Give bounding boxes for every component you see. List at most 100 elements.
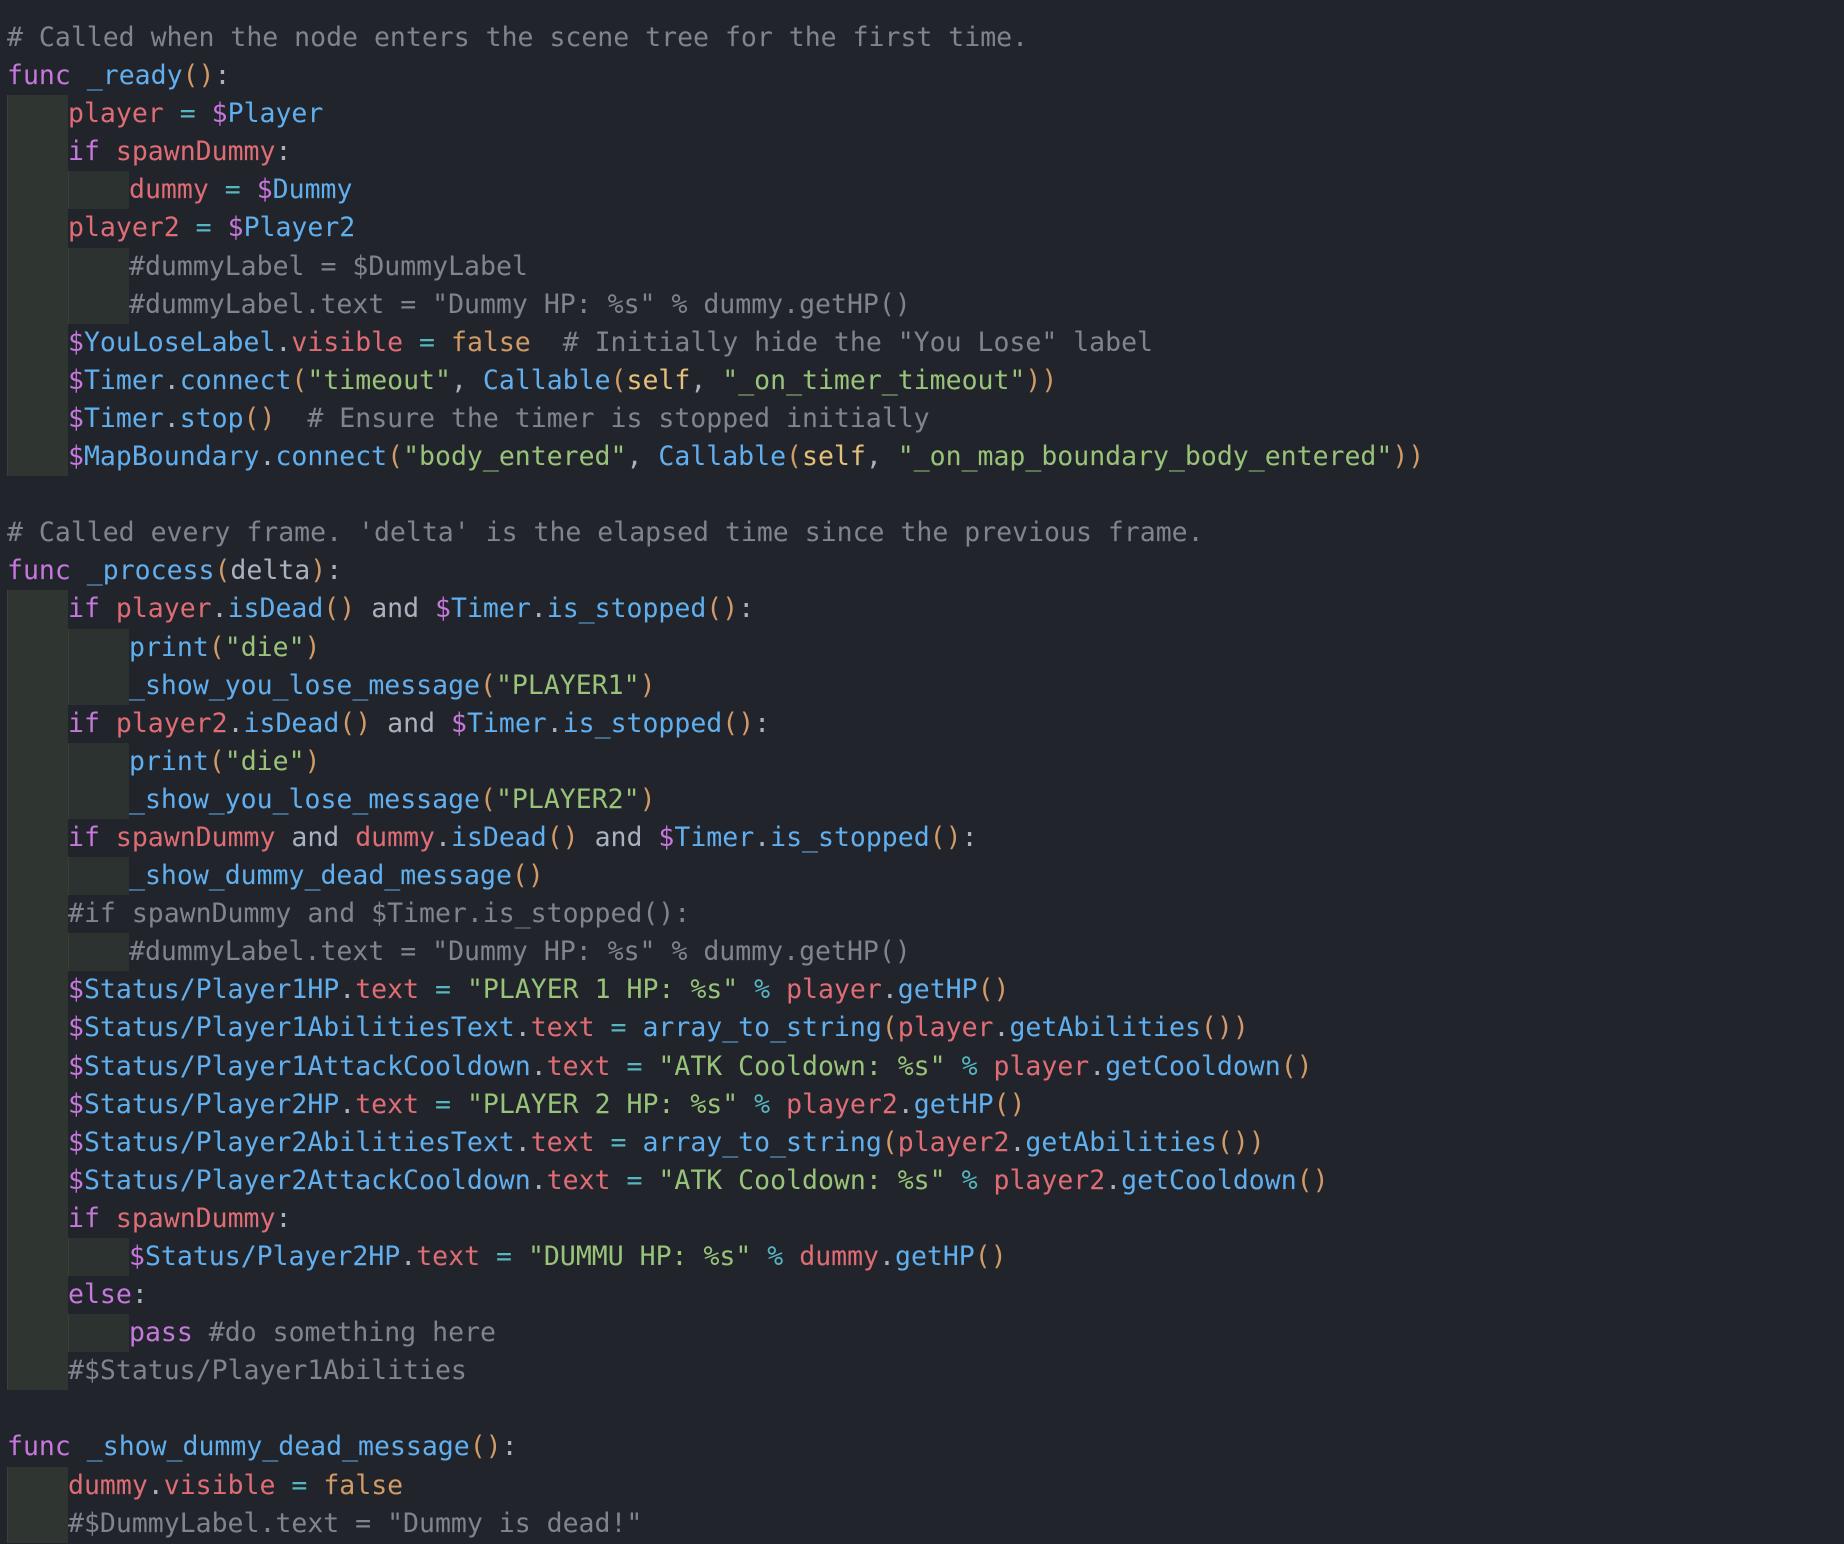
code-token: .	[275, 326, 292, 358]
code-line[interactable]: if spawnDummy:	[0, 133, 1844, 172]
code-text: if spawnDummy and dummy.isDead() and $Ti…	[68, 819, 978, 857]
code-text: $Status/Player2HP.text = "PLAYER 2 HP: %…	[68, 1086, 1025, 1124]
code-token: player	[897, 1012, 994, 1044]
code-token: player2	[897, 1126, 1010, 1158]
code-token: %	[767, 1241, 784, 1272]
code-token: isDead	[243, 707, 340, 739]
code-line[interactable]: dummy.visible = false	[0, 1466, 1844, 1505]
code-token: false	[323, 1469, 404, 1501]
code-line[interactable]: $YouLoseLabel.visible = false # Initiall…	[0, 323, 1844, 362]
code-line[interactable]: $Timer.stop() # Ensure the timer is stop…	[0, 399, 1844, 439]
code-token: .	[163, 402, 180, 434]
code-line[interactable]: if spawnDummy:	[0, 1199, 1844, 1238]
code-line[interactable]: #if spawnDummy and $Timer.is_stopped():	[0, 895, 1844, 934]
code-line[interactable]: #dummyLabel = $DummyLabel	[0, 247, 1844, 286]
code-line[interactable]: # Called when the node enters the scene …	[0, 19, 1844, 57]
code-text: $YouLoseLabel.visible = false # Initiall…	[68, 324, 1153, 362]
code-line[interactable]: $Status/Player2HP.text = "PLAYER 2 HP: %…	[0, 1085, 1844, 1124]
code-text: #if spawnDummy and $Timer.is_stopped():	[68, 895, 690, 933]
code-line[interactable]: func _ready():	[0, 57, 1844, 95]
indent-guides	[7, 438, 68, 477]
code-line[interactable]: $MapBoundary.connect("body_entered", Cal…	[0, 438, 1844, 477]
code-line[interactable]: player2 = $Player2	[0, 209, 1844, 248]
code-line[interactable]: $Status/Player1AbilitiesText.text = arra…	[0, 1009, 1844, 1048]
code-text: dummy.visible = false	[68, 1467, 403, 1505]
code-line[interactable]: $Status/Player1AttackCooldown.text = "AT…	[0, 1047, 1844, 1086]
code-line[interactable]: else:	[0, 1276, 1844, 1315]
code-text: else:	[68, 1276, 148, 1314]
indent-guide	[68, 628, 129, 667]
code-token: pass	[129, 1317, 193, 1349]
code-line[interactable]: print("die")	[0, 628, 1844, 667]
code-line[interactable]: print("die")	[0, 742, 1844, 781]
code-token: =	[496, 1241, 512, 1272]
code-line[interactable]: _show_you_lose_message("PLAYER2")	[0, 780, 1844, 819]
code-token: func	[7, 60, 71, 92]
code-text: #$DummyLabel.text = "Dummy is dead!"	[68, 1505, 642, 1543]
code-line[interactable]: $Timer.connect("timeout", Callable(self,…	[0, 361, 1844, 400]
indent-guide	[7, 742, 68, 781]
indent-guides	[7, 1199, 68, 1238]
code-line[interactable]: pass #do something here	[0, 1314, 1844, 1353]
code-line[interactable]	[0, 1390, 1844, 1428]
code-token: _show_you_lose_message	[129, 669, 480, 701]
code-line[interactable]: _show_dummy_dead_message()	[0, 857, 1844, 896]
indent-guide	[68, 857, 129, 896]
indent-guides	[7, 285, 129, 324]
code-token: (	[786, 441, 802, 473]
code-line[interactable]: player = $Player	[0, 95, 1844, 134]
indent-guide	[7, 590, 68, 629]
code-line[interactable]: #$Status/Player1Abilities	[0, 1352, 1844, 1391]
code-line[interactable]: func _show_dummy_dead_message():	[0, 1428, 1844, 1466]
code-token: %	[754, 1088, 771, 1120]
indent-guides	[7, 1238, 129, 1277]
code-line[interactable]: $Status/Player2AttackCooldown.text = "AT…	[0, 1161, 1844, 1200]
code-token: player2	[115, 707, 228, 739]
indent-guide	[7, 1161, 68, 1200]
code-line[interactable]: dummy = $Dummy	[0, 171, 1844, 210]
code-token: :	[754, 707, 771, 739]
code-token: "PLAYER 2 HP: %s"	[466, 1088, 739, 1120]
code-token: text	[546, 1164, 611, 1196]
indent-guides	[7, 171, 129, 210]
code-token: ()	[706, 593, 739, 625]
code-token: # Ensure the timer is stopped initially	[307, 402, 930, 434]
code-line[interactable]: #dummyLabel.text = "Dummy HP: %s" % dumm…	[0, 285, 1844, 324]
code-token: $	[256, 174, 273, 206]
indent-guide	[7, 361, 68, 400]
code-token: .	[400, 1241, 417, 1272]
code-line[interactable]	[0, 476, 1844, 514]
code-line[interactable]: $Status/Player1HP.text = "PLAYER 1 HP: %…	[0, 971, 1844, 1010]
code-token: $	[129, 1241, 145, 1272]
code-token: =	[291, 1469, 308, 1501]
code-line[interactable]: $Status/Player2HP.text = "DUMMU HP: %s" …	[0, 1238, 1844, 1277]
code-token: player	[115, 593, 212, 625]
code-token: _show_dummy_dead_message	[86, 1431, 470, 1463]
indent-guide	[7, 1085, 68, 1124]
code-token: false	[450, 326, 531, 358]
code-line[interactable]: #dummyLabel.text = "Dummy HP: %s" % dumm…	[0, 933, 1844, 972]
code-line[interactable]: if player2.isDead() and $Timer.is_stoppe…	[0, 704, 1844, 743]
indent-guides	[7, 666, 129, 705]
code-line[interactable]: # Called every frame. 'delta' is the ela…	[0, 514, 1844, 552]
code-token: :	[131, 1279, 148, 1311]
code-line[interactable]: _show_you_lose_message("PLAYER1")	[0, 666, 1844, 705]
code-token: array_to_string	[642, 1126, 882, 1158]
code-token: spawnDummy	[115, 821, 276, 853]
code-editor[interactable]: # Called when the node enters the scene …	[0, 0, 1844, 1544]
code-token: Callable	[658, 441, 787, 473]
code-token: spawnDummy	[115, 136, 276, 168]
code-line[interactable]: if player.isDead() and $Timer.is_stopped…	[0, 590, 1844, 629]
indent-guide	[7, 895, 68, 934]
code-line[interactable]: #$DummyLabel.text = "Dummy is dead!"	[0, 1504, 1844, 1543]
code-token: ()	[469, 1431, 502, 1463]
code-line[interactable]: $Status/Player2AbilitiesText.text = arra…	[0, 1123, 1844, 1162]
code-token: connect	[275, 441, 388, 473]
code-token: .	[259, 441, 276, 473]
code-line[interactable]: func _process(delta):	[0, 552, 1844, 590]
code-text: if player2.isDead() and $Timer.is_stoppe…	[68, 705, 770, 743]
code-line[interactable]: if spawnDummy and dummy.isDead() and $Ti…	[0, 818, 1844, 858]
